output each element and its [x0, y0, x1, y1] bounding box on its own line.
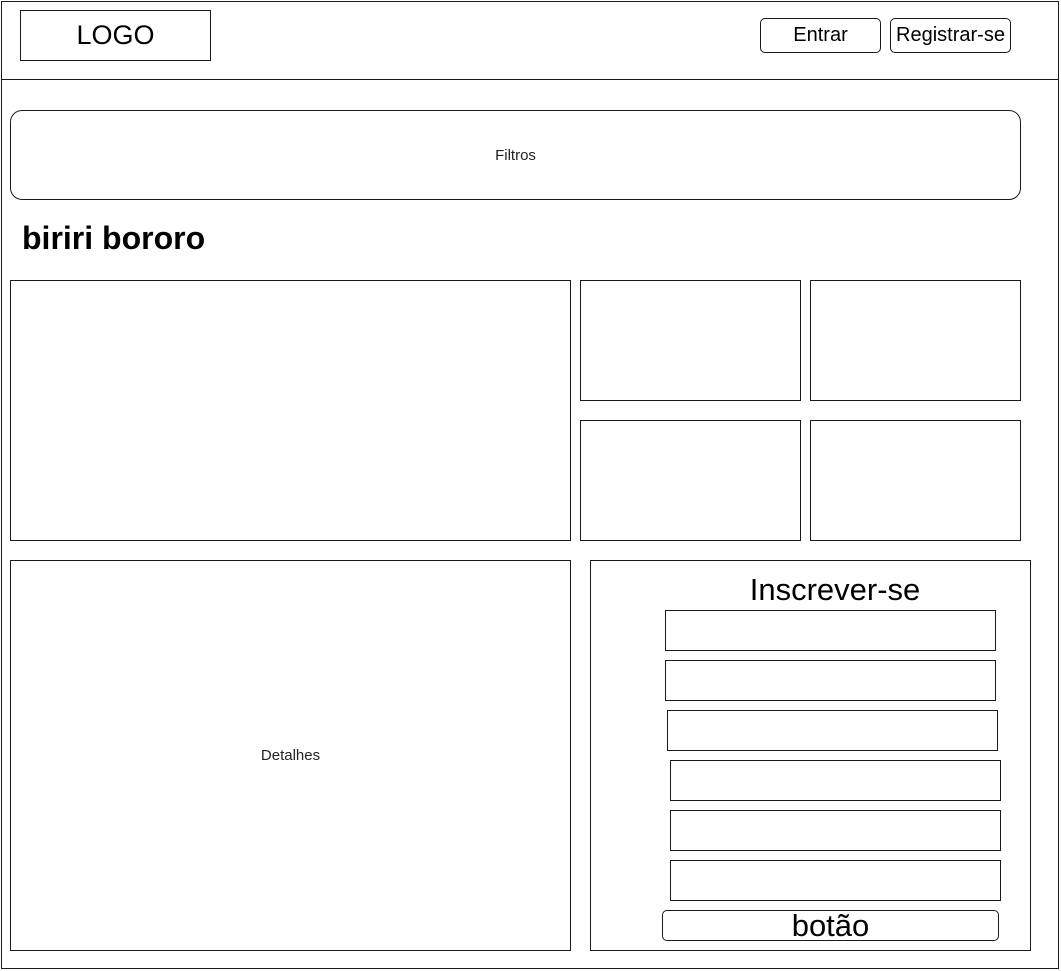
main-image-placeholder[interactable] [10, 280, 571, 541]
filters-panel[interactable]: Filtros [10, 110, 1021, 200]
thumbnail-placeholder-2[interactable] [810, 280, 1021, 401]
signup-field-4[interactable] [670, 760, 1001, 801]
thumbnail-placeholder-1[interactable] [580, 280, 801, 401]
header-divider [1, 79, 1059, 80]
signup-submit-label: botão [791, 907, 870, 943]
signup-title: Inscrever-se [749, 572, 921, 607]
signup-field-2[interactable] [665, 660, 996, 701]
logo[interactable]: LOGO [20, 10, 211, 61]
signup-field-1[interactable] [665, 610, 996, 651]
login-button[interactable]: Entrar [760, 18, 881, 53]
register-button-label: Registrar-se [896, 24, 1005, 46]
event-title: biriri bororo [22, 220, 206, 256]
logo-label: LOGO [76, 20, 155, 50]
register-button[interactable]: Registrar-se [890, 18, 1011, 53]
thumbnail-placeholder-4[interactable] [810, 420, 1021, 541]
details-panel: Detalhes [10, 560, 571, 951]
details-label: Detalhes [260, 747, 321, 764]
login-button-label: Entrar [793, 24, 848, 46]
filters-label: Filtros [495, 146, 536, 164]
signup-submit-button[interactable]: botão [662, 907, 999, 943]
signup-field-6[interactable] [670, 860, 1001, 901]
signup-field-3[interactable] [667, 710, 998, 751]
signup-field-5[interactable] [670, 810, 1001, 851]
thumbnail-placeholder-3[interactable] [580, 420, 801, 541]
